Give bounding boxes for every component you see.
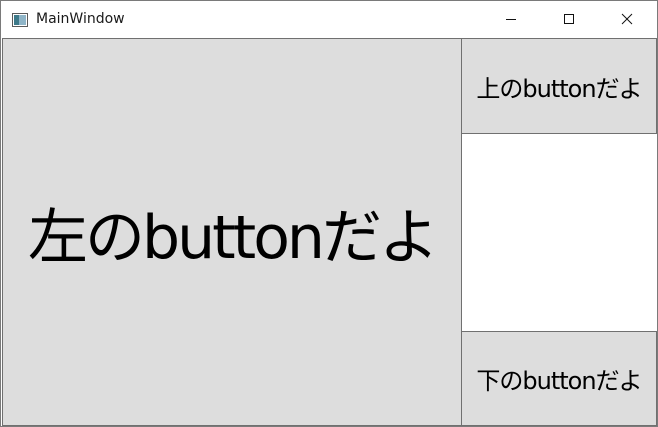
close-icon: [621, 10, 633, 29]
bottom-button-label: 下のbuttonだよ: [476, 367, 642, 395]
minimize-icon: [505, 10, 517, 29]
client-area: 左のbuttonだよ 上のbuttonだよ 下のbuttonだよ: [1, 38, 657, 426]
close-button[interactable]: [598, 1, 656, 38]
minimize-button[interactable]: [482, 1, 540, 38]
left-button-label: 左のbuttonだよ: [28, 202, 439, 273]
top-button[interactable]: 上のbuttonだよ: [461, 38, 657, 134]
left-button[interactable]: 左のbuttonだよ: [2, 38, 462, 426]
bottom-button[interactable]: 下のbuttonだよ: [461, 331, 657, 426]
top-button-label: 上のbuttonだよ: [476, 74, 642, 103]
main-window: MainWindow 左のbuttonだよ 上のbuttonだよ 下のbutto…: [0, 0, 658, 427]
title-bar[interactable]: MainWindow: [1, 1, 657, 38]
maximize-icon: [563, 10, 575, 29]
maximize-button[interactable]: [540, 1, 598, 38]
window-title: MainWindow: [36, 11, 125, 27]
app-icon: [12, 12, 28, 27]
